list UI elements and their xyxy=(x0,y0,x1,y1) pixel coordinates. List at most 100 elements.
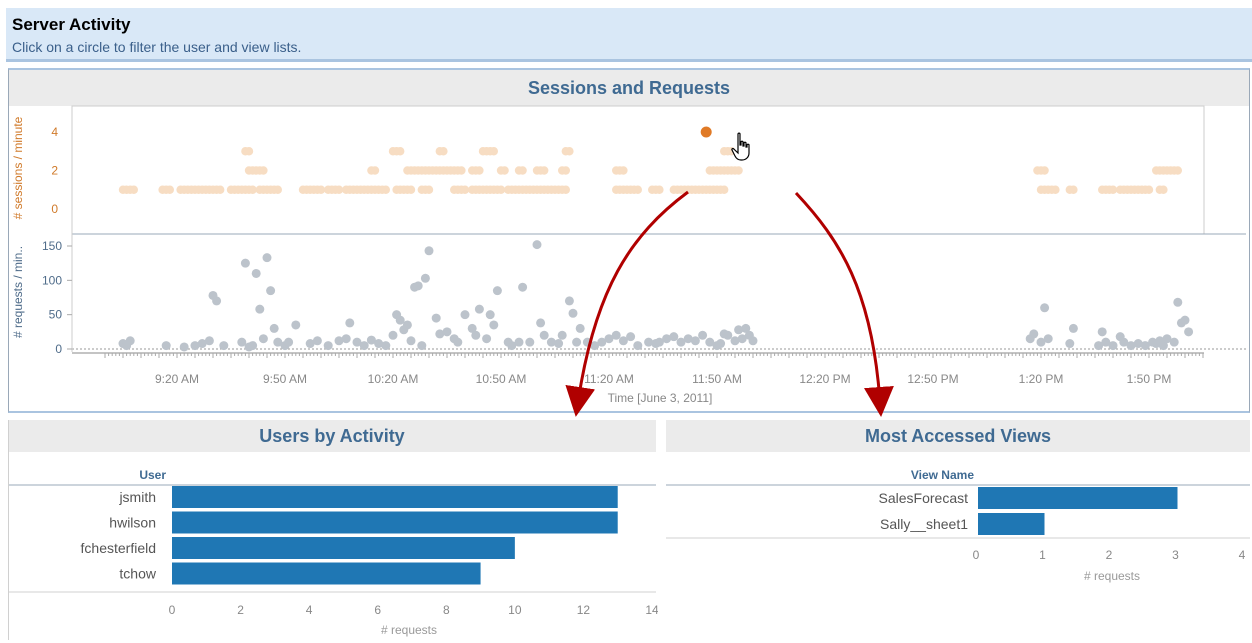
session-dot[interactable] xyxy=(165,185,174,194)
request-dot[interactable] xyxy=(1097,327,1107,337)
request-dot[interactable] xyxy=(258,334,268,344)
request-dot[interactable] xyxy=(1040,303,1050,313)
request-dot[interactable] xyxy=(485,310,495,320)
request-dot[interactable] xyxy=(219,341,229,351)
session-dots[interactable] xyxy=(118,147,1183,194)
session-dot[interactable] xyxy=(540,166,549,175)
request-dot[interactable] xyxy=(1169,337,1179,347)
session-dot[interactable] xyxy=(334,185,344,194)
request-dot[interactable] xyxy=(125,336,135,346)
request-dot[interactable] xyxy=(1029,329,1039,339)
session-dot[interactable] xyxy=(370,166,380,175)
session-dot[interactable] xyxy=(439,147,448,156)
request-dot[interactable] xyxy=(1173,297,1183,307)
request-dot[interactable] xyxy=(1184,327,1194,337)
request-dot[interactable] xyxy=(716,339,726,349)
request-dot[interactable] xyxy=(1180,315,1190,325)
session-dot[interactable] xyxy=(129,185,138,194)
request-dot[interactable] xyxy=(402,320,412,330)
request-dot[interactable] xyxy=(345,318,355,328)
session-dot[interactable] xyxy=(619,166,628,175)
request-dot[interactable] xyxy=(1065,339,1075,349)
session-dot[interactable] xyxy=(489,147,498,156)
request-dot[interactable] xyxy=(417,341,427,351)
request-dot[interactable] xyxy=(723,330,733,340)
session-dot[interactable] xyxy=(248,185,257,194)
request-dot[interactable] xyxy=(525,337,535,347)
request-dot[interactable] xyxy=(161,341,171,351)
request-dot[interactable] xyxy=(424,246,434,256)
session-dot[interactable] xyxy=(1173,166,1183,175)
user-label[interactable]: tchow xyxy=(119,566,156,582)
request-dot[interactable] xyxy=(255,304,265,314)
request-dot[interactable] xyxy=(406,336,416,346)
request-dot[interactable] xyxy=(212,296,222,306)
request-dot[interactable] xyxy=(179,342,189,352)
session-dot[interactable] xyxy=(475,166,484,175)
session-dot[interactable] xyxy=(259,166,268,175)
request-dot[interactable] xyxy=(240,258,250,268)
request-dot[interactable] xyxy=(698,330,708,340)
session-dot[interactable] xyxy=(655,185,664,194)
request-dot[interactable] xyxy=(251,268,261,278)
request-dot[interactable] xyxy=(539,330,549,340)
session-dot[interactable] xyxy=(396,147,405,156)
request-dot[interactable] xyxy=(518,282,528,292)
request-dot[interactable] xyxy=(266,286,276,296)
request-dot[interactable] xyxy=(420,273,430,283)
request-dot[interactable] xyxy=(431,313,441,323)
request-dot[interactable] xyxy=(312,336,322,346)
request-dot[interactable] xyxy=(568,308,578,318)
request-dot[interactable] xyxy=(489,320,499,330)
user-label[interactable]: jsmith xyxy=(118,489,156,505)
request-dot[interactable] xyxy=(471,330,481,340)
user-label[interactable]: hwilson xyxy=(109,515,156,531)
request-dot[interactable] xyxy=(1108,341,1118,351)
request-dot[interactable] xyxy=(492,286,502,296)
session-dot[interactable] xyxy=(457,166,466,175)
request-dots[interactable] xyxy=(118,240,1194,352)
session-dot[interactable] xyxy=(518,166,527,175)
request-dot[interactable] xyxy=(1068,323,1078,333)
request-dot[interactable] xyxy=(669,332,679,342)
request-dot[interactable] xyxy=(626,332,636,342)
request-dot[interactable] xyxy=(413,281,423,291)
session-dot[interactable] xyxy=(561,185,570,194)
request-dot[interactable] xyxy=(474,304,484,314)
session-dot[interactable] xyxy=(406,185,416,194)
request-dot[interactable] xyxy=(269,323,279,333)
user-bar[interactable] xyxy=(172,511,618,534)
request-dot[interactable] xyxy=(453,337,463,347)
request-dot[interactable] xyxy=(284,337,294,347)
request-dot[interactable] xyxy=(204,336,214,346)
request-dot[interactable] xyxy=(341,334,351,344)
session-dot[interactable] xyxy=(1159,185,1168,194)
request-dot[interactable] xyxy=(611,330,621,340)
request-dot[interactable] xyxy=(536,318,546,328)
session-dot[interactable] xyxy=(1040,166,1049,175)
session-dot[interactable] xyxy=(500,166,509,175)
request-dot[interactable] xyxy=(1043,334,1053,344)
user-label[interactable]: fchesterfield xyxy=(81,540,156,556)
request-dot[interactable] xyxy=(323,341,333,351)
user-bar[interactable] xyxy=(172,562,481,585)
request-dot[interactable] xyxy=(388,330,398,340)
session-dot[interactable] xyxy=(565,147,574,156)
session-dot[interactable] xyxy=(633,185,642,194)
session-dot[interactable] xyxy=(496,185,506,194)
request-dot[interactable] xyxy=(748,336,758,346)
session-dot[interactable] xyxy=(1108,185,1118,194)
session-dot[interactable] xyxy=(1069,185,1078,194)
request-dot[interactable] xyxy=(381,341,391,351)
request-dot[interactable] xyxy=(532,240,542,250)
user-bar[interactable] xyxy=(172,537,515,559)
request-dot[interactable] xyxy=(262,253,272,263)
request-dot[interactable] xyxy=(557,330,567,340)
request-dot[interactable] xyxy=(291,320,301,330)
request-dot[interactable] xyxy=(514,337,524,347)
view-bar[interactable] xyxy=(978,487,1178,509)
request-dot[interactable] xyxy=(575,323,585,333)
selected-session-dot[interactable] xyxy=(699,125,713,139)
request-dot[interactable] xyxy=(690,336,700,346)
view-label[interactable]: Sally__sheet1 xyxy=(880,516,968,532)
